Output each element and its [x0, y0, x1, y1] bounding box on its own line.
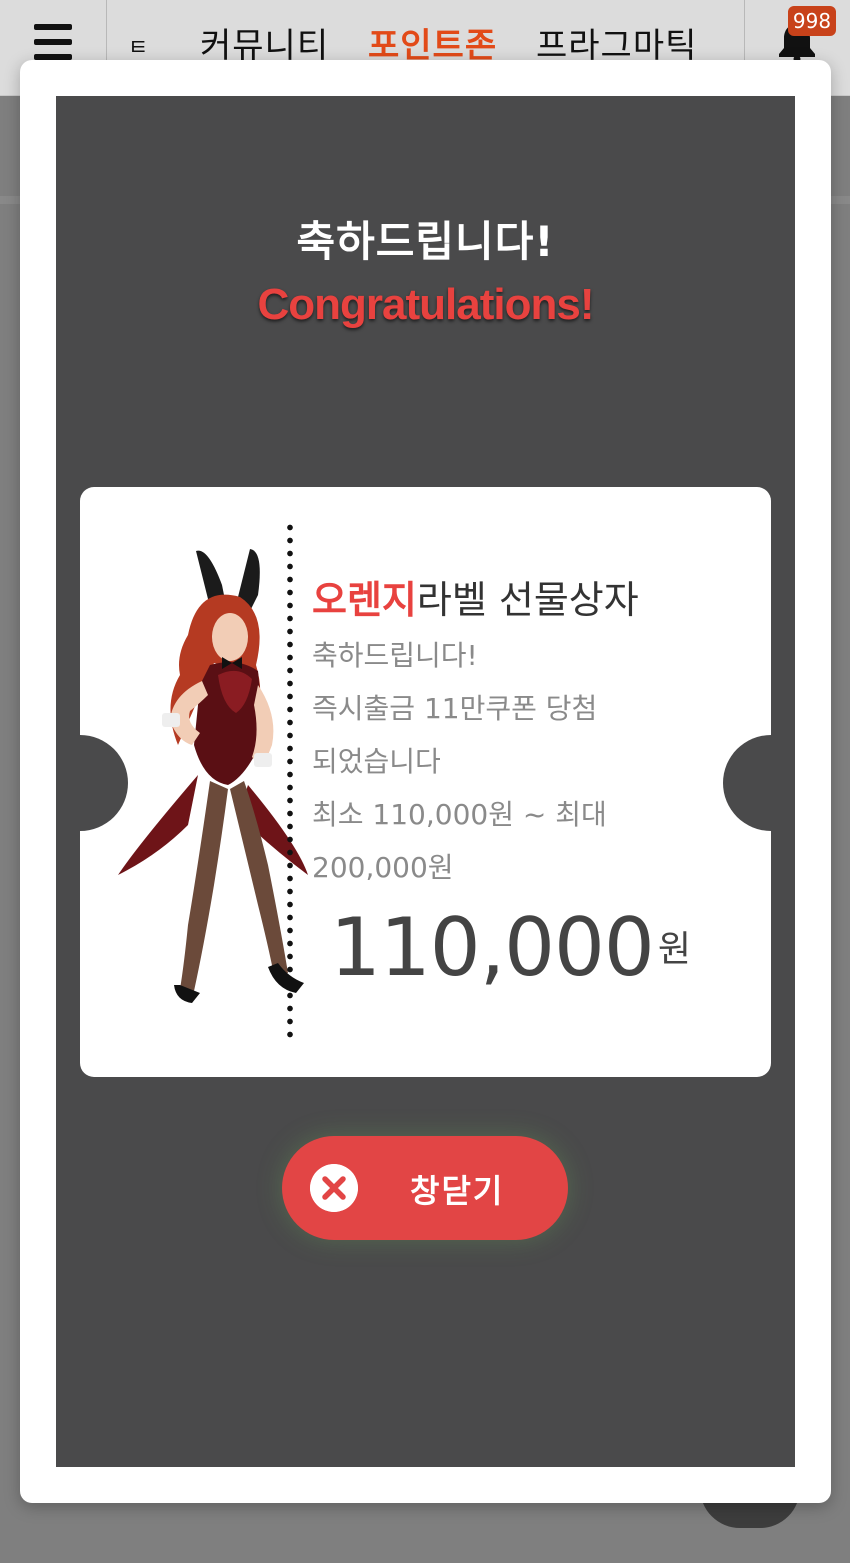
modal-title-ko: 축하드립니다!	[296, 217, 555, 266]
close-icon[interactable]	[310, 1164, 358, 1212]
hamburger-menu-icon[interactable]	[34, 24, 72, 60]
close-button-label: 창닫기	[410, 1172, 505, 1210]
notification-badge: 998	[788, 6, 836, 36]
modal-panel: 축하드립니다! Congratulations! 오렌지라벨 선물상자 축하드립…	[56, 96, 795, 1467]
prize-amount-unit: 원	[657, 929, 691, 970]
prize-desc-line: 즉시출금 11만쿠폰 당첨 되었습니다	[312, 692, 598, 778]
prize-name-rest: 라벨 선물상자	[416, 578, 639, 622]
prize-description: 축하드립니다! 즉시출금 11만쿠폰 당첨 되었습니다 최소 110,000원 …	[312, 629, 732, 894]
prize-ticket: 오렌지라벨 선물상자 축하드립니다! 즉시출금 11만쿠폰 당첨 되었습니다 최…	[80, 487, 771, 1077]
nav-divider	[106, 0, 107, 62]
prize-desc-line: 축하드립니다!	[312, 639, 478, 672]
prize-name-highlight: 오렌지	[312, 578, 417, 622]
prize-name: 오렌지라벨 선물상자	[312, 569, 639, 624]
prize-amount-value: 110,000	[330, 901, 655, 994]
prize-modal: 축하드립니다! Congratulations! 오렌지라벨 선물상자 축하드립…	[20, 60, 831, 1503]
nav-item-partial[interactable]: ㅌ	[128, 30, 149, 62]
nav-divider	[744, 0, 745, 62]
modal-title-en: Congratulations!	[257, 280, 595, 329]
ticket-perforation	[287, 521, 293, 1041]
close-button[interactable]: 창닫기	[282, 1136, 568, 1240]
prize-amount: 110,000 원	[330, 901, 691, 994]
prize-desc-line: 최소 110,000원 ~ 최대 200,000원	[312, 798, 607, 884]
